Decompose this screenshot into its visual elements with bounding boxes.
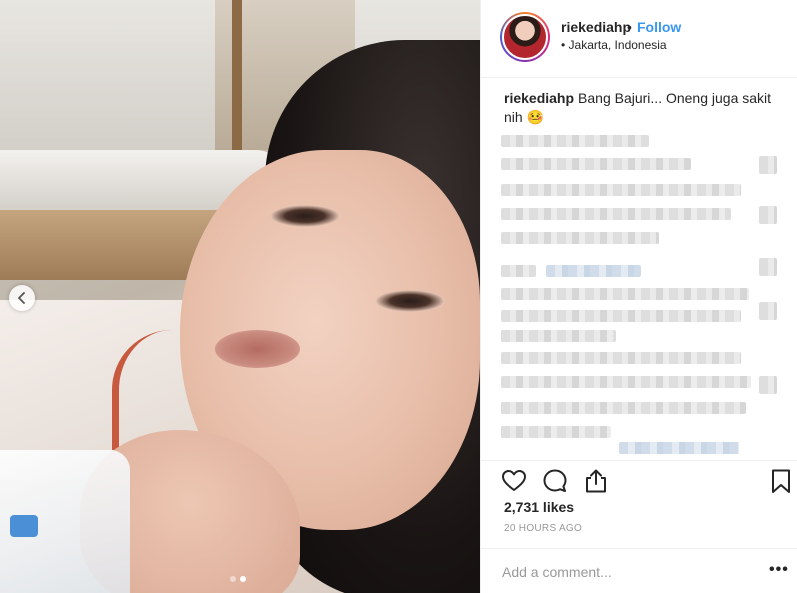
comment-input[interactable] [502, 562, 742, 582]
post-caption: riekediahp Bang Bajuri... Oneng juga saki… [504, 89, 779, 127]
username-link[interactable]: riekediahp [561, 19, 631, 35]
post-sidebar: riekediahp • Follow • Jakarta, Indonesia… [480, 0, 797, 593]
carousel-dot-active [240, 576, 246, 582]
obscured-block [759, 302, 777, 320]
obscured-line [501, 265, 536, 277]
follow-button[interactable]: Follow [637, 19, 681, 35]
location-link[interactable]: • Jakarta, Indonesia [561, 38, 667, 52]
obscured-line [501, 208, 731, 220]
obscured-block [759, 206, 777, 224]
obscured-line [501, 402, 746, 414]
bookmark-icon[interactable] [767, 467, 795, 495]
chevron-left-icon [18, 292, 25, 304]
comment-bar: ••• [481, 548, 797, 593]
comment-icon[interactable] [541, 467, 569, 495]
caption-username[interactable]: riekediahp [504, 90, 574, 106]
photo-eye-left [270, 205, 340, 227]
carousel-dot [230, 576, 236, 582]
obscured-line [501, 330, 616, 342]
obscured-line [501, 158, 691, 170]
obscured-comments [501, 130, 786, 460]
post-photo[interactable] [0, 0, 480, 593]
obscured-line [501, 184, 741, 196]
avatar-image [502, 14, 548, 60]
obscured-block [759, 258, 777, 276]
obscured-line [501, 288, 749, 300]
obscured-block [759, 156, 777, 174]
photo-eye-right [375, 290, 445, 312]
obscured-link [619, 442, 739, 454]
obscured-line [501, 232, 659, 244]
separator-dot: • [627, 19, 632, 35]
obscured-line [501, 352, 741, 364]
carousel-prev-button[interactable] [9, 285, 35, 311]
more-options-icon[interactable]: ••• [769, 561, 789, 579]
photo-iv-connector [10, 515, 38, 537]
obscured-line [501, 426, 611, 438]
obscured-line [501, 135, 649, 147]
obscured-block [759, 376, 777, 394]
carousel-indicator [230, 576, 246, 582]
action-bar [481, 460, 797, 496]
obscured-link [546, 265, 641, 277]
avatar[interactable] [500, 12, 550, 62]
post-header: riekediahp • Follow • Jakarta, Indonesia [481, 0, 797, 78]
post-timestamp[interactable]: 20 HOURS AGO [504, 523, 582, 534]
photo-lips [215, 330, 300, 368]
obscured-line [501, 376, 751, 388]
likes-count[interactable]: 2,731 likes [504, 499, 574, 515]
heart-icon[interactable] [500, 467, 528, 495]
photo-cabinet-edge [232, 0, 242, 150]
share-icon[interactable] [582, 467, 610, 495]
obscured-line [501, 310, 741, 322]
